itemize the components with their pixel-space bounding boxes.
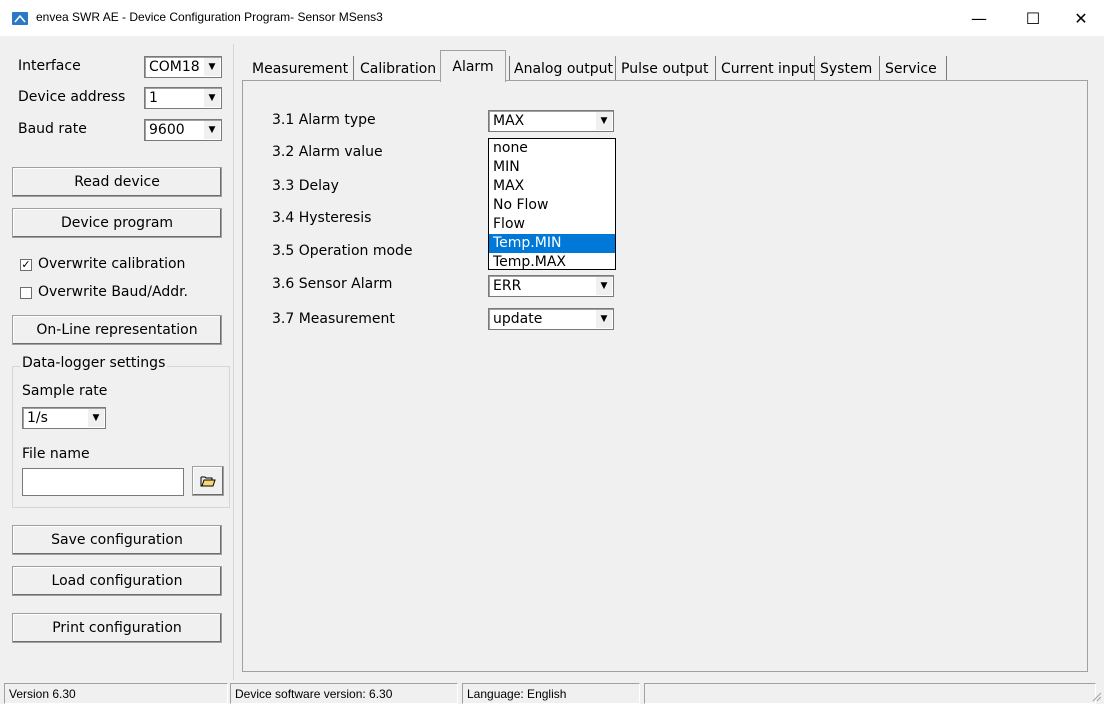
status-version: Version 6.30	[4, 683, 228, 704]
file-name-input[interactable]	[22, 468, 184, 496]
tab-calibration[interactable]: Calibration	[360, 56, 436, 82]
tab-system[interactable]: System	[820, 56, 872, 82]
browse-folder-button[interactable]	[192, 466, 224, 496]
close-button[interactable]: ✕	[1058, 0, 1104, 36]
maximize-button[interactable]: ☐	[1010, 0, 1056, 36]
baud-rate-select[interactable]: 9600 ▼	[144, 119, 222, 141]
chevron-down-icon[interactable]: ▼	[595, 277, 612, 295]
chevron-down-icon[interactable]: ▼	[595, 310, 612, 328]
dropdown-option[interactable]: MIN	[489, 158, 615, 177]
delay-label: 3.3 Delay	[272, 178, 339, 194]
measurement-select[interactable]: update ▼	[488, 308, 614, 330]
status-device-software: Device software version: 6.30	[230, 683, 458, 704]
interface-select[interactable]: COM18 ▼	[144, 56, 222, 78]
tab-divider	[615, 56, 616, 80]
alarm-type-select[interactable]: MAX ▼	[488, 110, 614, 132]
device-address-select[interactable]: 1 ▼	[144, 87, 222, 109]
tab-divider	[946, 56, 947, 80]
resize-grip-icon[interactable]	[1090, 690, 1102, 702]
device-program-button[interactable]: Device program	[12, 208, 222, 238]
sample-rate-value: 1/s	[27, 410, 48, 426]
chevron-down-icon[interactable]: ▼	[595, 112, 612, 130]
dropdown-option[interactable]: Flow	[489, 215, 615, 234]
dropdown-option[interactable]: none	[489, 139, 615, 158]
status-bar: Version 6.30 Device software version: 6.…	[0, 680, 1104, 704]
minimize-button[interactable]: —	[956, 0, 1002, 36]
folder-open-icon	[200, 476, 216, 487]
operation-mode-label: 3.5 Operation mode	[272, 243, 413, 259]
status-language: Language: English	[462, 683, 640, 704]
overwrite-baud-checkbox[interactable]	[20, 287, 32, 299]
window-title: envea SWR AE - Device Configuration Prog…	[36, 10, 383, 24]
dropdown-option[interactable]: Temp.MAX	[489, 253, 615, 272]
overwrite-calibration-checkbox[interactable]: ✓	[20, 259, 32, 271]
tab-current-input[interactable]: Current input	[721, 56, 814, 82]
baud-rate-label: Baud rate	[18, 121, 87, 137]
sample-rate-label: Sample rate	[22, 383, 108, 399]
device-address-value: 1	[149, 90, 158, 106]
tab-panel	[242, 80, 1088, 672]
tab-divider	[814, 56, 815, 80]
interface-value: COM18	[149, 59, 200, 75]
dropdown-option[interactable]: No Flow	[489, 196, 615, 215]
chevron-down-icon[interactable]: ▼	[87, 409, 104, 427]
online-representation-button[interactable]: On-Line representation	[12, 315, 222, 345]
device-address-label: Device address	[18, 89, 126, 105]
alarm-type-dropdown-list[interactable]: none MIN MAX No Flow Flow Temp.MIN Temp.…	[488, 138, 616, 270]
sensor-alarm-select[interactable]: ERR ▼	[488, 275, 614, 297]
alarm-value-label: 3.2 Alarm value	[272, 144, 383, 160]
tab-pulse-output[interactable]: Pulse output	[621, 56, 709, 82]
dropdown-option-selected[interactable]: Temp.MIN	[489, 234, 615, 253]
hysteresis-label: 3.4 Hysteresis	[272, 210, 372, 226]
print-configuration-button[interactable]: Print configuration	[12, 613, 222, 643]
app-logo-icon	[12, 12, 28, 25]
save-configuration-button[interactable]: Save configuration	[12, 525, 222, 555]
file-name-label: File name	[22, 446, 90, 462]
tab-service[interactable]: Service	[885, 56, 937, 82]
overwrite-calibration-label: Overwrite calibration	[38, 256, 186, 272]
status-empty-cell	[644, 683, 1096, 704]
measurement-label: 3.7 Measurement	[272, 311, 395, 327]
baud-rate-value: 9600	[149, 122, 185, 138]
interface-label: Interface	[18, 58, 81, 74]
chevron-down-icon[interactable]: ▼	[203, 89, 220, 107]
tab-divider	[879, 56, 880, 80]
read-device-button[interactable]: Read device	[12, 167, 222, 197]
tab-measurement[interactable]: Measurement	[252, 56, 348, 82]
load-configuration-button[interactable]: Load configuration	[12, 566, 222, 596]
chevron-down-icon[interactable]: ▼	[203, 121, 220, 139]
tab-analog-output[interactable]: Analog output	[514, 56, 613, 82]
tab-divider	[715, 56, 716, 80]
panel-divider	[233, 44, 234, 680]
overwrite-baud-label: Overwrite Baud/Addr.	[38, 284, 189, 300]
alarm-type-label: 3.1 Alarm type	[272, 112, 376, 128]
title-bar: envea SWR AE - Device Configuration Prog…	[0, 0, 1104, 36]
measurement-value: update	[493, 311, 543, 327]
chevron-down-icon[interactable]: ▼	[203, 58, 220, 76]
sensor-alarm-value: ERR	[493, 278, 522, 294]
tab-divider	[509, 56, 510, 80]
sensor-alarm-label: 3.6 Sensor Alarm	[272, 276, 393, 292]
tab-alarm[interactable]: Alarm	[440, 50, 506, 82]
tab-divider	[353, 56, 354, 80]
dropdown-option[interactable]: MAX	[489, 177, 615, 196]
sample-rate-select[interactable]: 1/s ▼	[22, 407, 106, 429]
alarm-type-value: MAX	[493, 113, 525, 129]
datalogger-title: Data-logger settings	[20, 355, 168, 371]
